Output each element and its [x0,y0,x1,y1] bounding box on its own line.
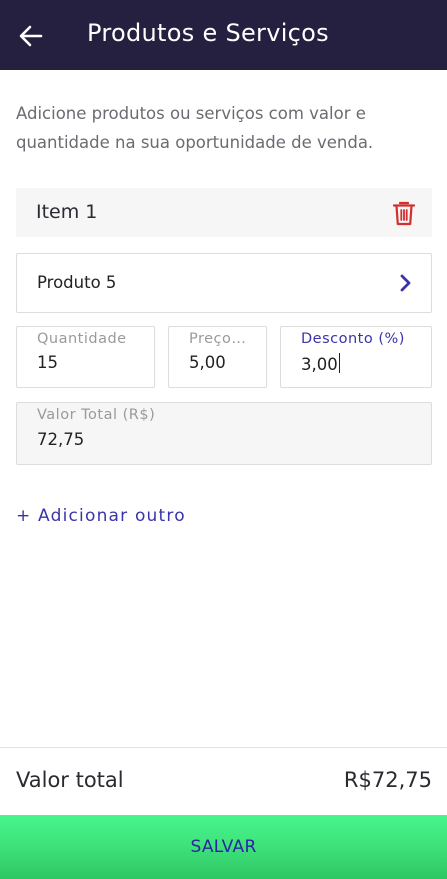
trash-icon [392,201,416,226]
item-total-field: Valor Total (R$) 72,75 [16,402,432,465]
total-value: R$72,75 [343,768,432,792]
discount-field[interactable]: Desconto (%) 3,00 [280,326,432,388]
save-button[interactable]: SALVAR [0,815,447,879]
intro-text: Adicione produtos ou serviços com valor … [16,104,374,152]
price-field[interactable]: Preço… 5,00 [168,326,267,388]
arrow-left-icon [19,25,43,47]
discount-label: Desconto (%) [301,331,405,347]
discount-value: 3,00 [301,355,338,374]
text-cursor [338,353,341,373]
price-value: 5,00 [189,353,226,372]
quantity-value: 15 [37,353,58,372]
quantity-label: Quantidade [37,331,127,347]
product-name: Produto 5 [37,273,117,292]
item-header: Item 1 [16,188,432,237]
save-button-label: SALVAR [190,837,257,857]
total-label: Valor total [16,768,124,792]
chevron-right-icon [400,274,411,292]
item-total-value: 72,75 [37,430,85,449]
price-label: Preço… [189,331,247,347]
delete-item-button[interactable] [392,200,416,226]
page-title: Produtos e Serviços [87,19,329,47]
app-bar: Produtos e Serviços [0,0,447,70]
add-another-button[interactable]: + Adicionar outro [16,506,186,526]
item-total-label: Valor Total (R$) [37,407,156,423]
total-footer: Valor total R$72,75 [0,747,447,815]
product-selector[interactable]: Produto 5 [16,253,432,313]
quantity-field[interactable]: Quantidade 15 [16,326,155,388]
item-title: Item 1 [36,201,98,223]
back-button[interactable] [14,19,48,53]
discount-input[interactable]: 3,00 [301,353,341,374]
